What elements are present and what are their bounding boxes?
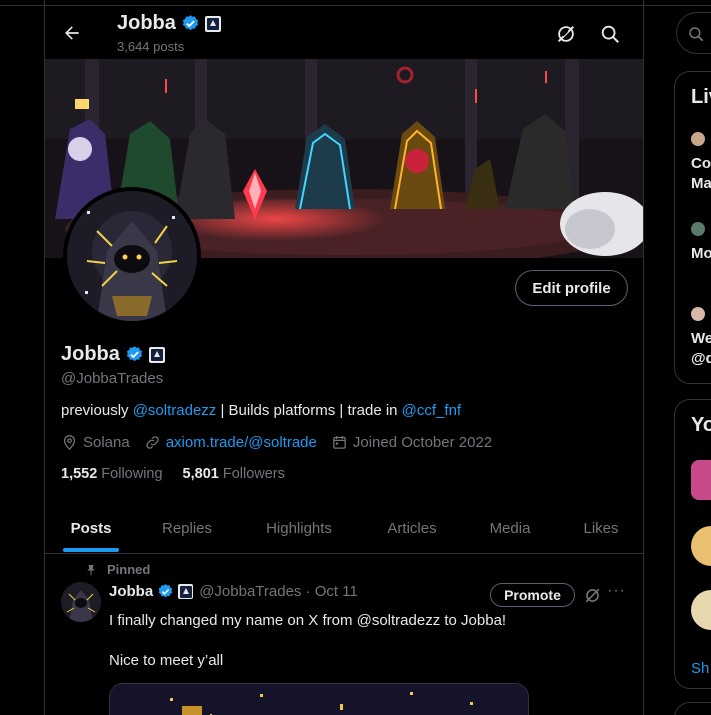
following-count: 1,552 — [61, 466, 98, 482]
header-title: Jobba — [117, 12, 221, 35]
you-might-like-panel: Yo Sh — [674, 399, 711, 689]
bio-middle: | Builds platforms | trade in — [216, 402, 402, 419]
tweet-text-line2: Nice to meet y’all — [109, 652, 224, 669]
tab-posts[interactable]: Posts — [55, 502, 127, 554]
affiliate-badge-icon[interactable] — [148, 346, 165, 363]
follow-stats: 1,552 Following 5,801 Followers — [61, 466, 285, 482]
affiliate-badge-icon — [178, 584, 194, 599]
followers-label: Followers — [222, 466, 285, 482]
tab-articles[interactable]: Articles — [373, 502, 451, 554]
tab-replies[interactable]: Replies — [149, 502, 225, 554]
live-item[interactable]: We @d — [691, 307, 711, 369]
live-item-line: Mo — [691, 245, 711, 262]
tweet-header: Jobba @JobbaTrades · Oct 11 — [109, 583, 358, 600]
pinned-label-row: Pinned — [85, 562, 150, 577]
verified-badge-icon — [182, 15, 199, 31]
tab-likes[interactable]: Likes — [571, 502, 631, 554]
pin-icon — [87, 564, 95, 575]
tweet-avatar[interactable] — [61, 582, 101, 622]
website-link[interactable]: axiom.trade/@soltrade — [166, 434, 317, 451]
tweet-media[interactable] — [109, 683, 529, 715]
live-item-line: We — [691, 330, 711, 347]
tweet-author-name[interactable]: Jobba — [109, 583, 153, 600]
posts-count: 3,644 posts — [117, 39, 185, 54]
profile-avatar[interactable] — [63, 187, 201, 325]
bio-mention-soltradezz[interactable]: @soltradezz — [133, 402, 217, 419]
profile-name-row: Jobba — [61, 343, 165, 366]
profile-column: Jobba 3,644 posts Edit profile Jobba @Jo… — [44, 0, 644, 715]
tweet-text-line1: I finally changed my name on X from @sol… — [109, 612, 507, 629]
search-box[interactable]: S — [676, 12, 711, 54]
affiliate-badge-icon[interactable] — [204, 15, 221, 32]
tab-highlights[interactable]: Highlights — [251, 502, 347, 554]
avatar — [691, 132, 705, 146]
live-item[interactable]: Mo — [691, 222, 711, 264]
avatar-image — [67, 191, 197, 321]
search-icon[interactable] — [599, 23, 621, 45]
profile-bio: previously @soltradezz | Builds platform… — [61, 402, 461, 419]
live-item-line: Co — [691, 155, 711, 172]
arrow-left-icon — [65, 26, 79, 40]
you-panel-title: Yo — [691, 414, 711, 436]
profile-name: Jobba — [61, 343, 120, 365]
edit-profile-button[interactable]: Edit profile — [515, 270, 628, 306]
right-panel-partial — [674, 702, 711, 715]
link-icon — [146, 436, 159, 449]
avatar[interactable] — [691, 460, 711, 500]
avatar — [691, 222, 705, 236]
grok-icon[interactable] — [555, 23, 577, 45]
profile-header: Jobba 3,644 posts — [45, 6, 643, 60]
avatar[interactable] — [691, 526, 711, 566]
bio-mention-ccf-fnf[interactable]: @ccf_fnf — [402, 402, 461, 419]
tab-media[interactable]: Media — [477, 502, 543, 554]
live-panel-title: Liv — [691, 86, 711, 108]
show-more-link[interactable]: Sh — [691, 660, 709, 677]
back-button[interactable] — [59, 20, 85, 46]
profile-joined: Joined October 2022 — [331, 434, 492, 451]
avatar[interactable] — [691, 590, 711, 630]
verified-badge-icon — [158, 584, 173, 598]
search-icon — [689, 27, 704, 42]
tweet-handle-date[interactable]: @JobbaTrades · Oct 11 — [199, 583, 358, 600]
live-item[interactable]: Co Ma — [691, 132, 711, 194]
joined-text: Joined October 2022 — [352, 434, 493, 451]
promote-button[interactable]: Promote — [490, 583, 575, 607]
following-link[interactable]: 1,552 Following — [61, 466, 163, 482]
followers-link[interactable]: 5,801 Followers — [183, 466, 285, 482]
location-pin-icon — [63, 435, 76, 451]
profile-handle: @JobbaTrades — [61, 370, 164, 387]
live-panel: Liv Co Ma Mo We @d — [674, 71, 711, 384]
profile-tabs: Posts Replies Highlights Articles Media … — [45, 502, 643, 554]
live-item-line: @d — [691, 350, 711, 367]
grok-icon[interactable] — [583, 586, 602, 605]
avatar — [691, 307, 705, 321]
profile-meta: Solana axiom.trade/@soltrade Joined Octo… — [61, 434, 506, 451]
calendar-icon — [333, 436, 346, 449]
live-item-line: Ma — [691, 175, 711, 192]
bio-prefix: previously — [61, 402, 133, 419]
profile-location: Solana — [61, 434, 130, 451]
location-text: Solana — [83, 434, 130, 451]
followers-count: 5,801 — [182, 466, 219, 482]
more-icon[interactable]: ··· — [607, 582, 626, 600]
following-label: Following — [101, 466, 163, 482]
profile-website[interactable]: axiom.trade/@soltrade — [144, 434, 317, 451]
active-tab-indicator — [63, 548, 119, 552]
verified-badge-icon[interactable] — [125, 345, 144, 364]
header-name: Jobba — [117, 12, 176, 34]
pinned-label: Pinned — [107, 562, 151, 577]
